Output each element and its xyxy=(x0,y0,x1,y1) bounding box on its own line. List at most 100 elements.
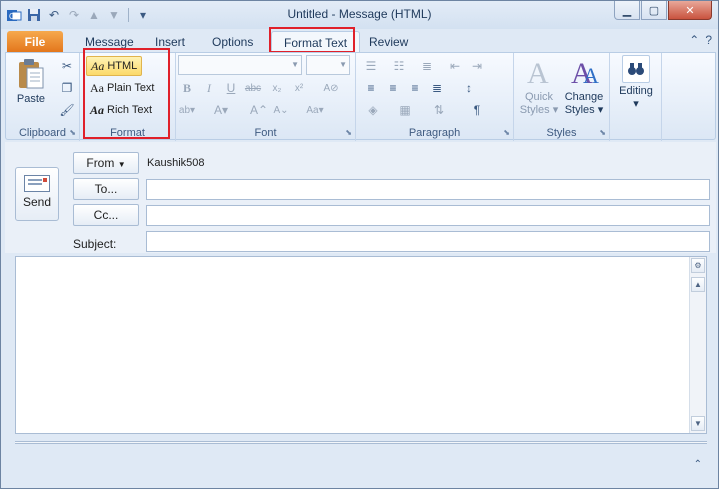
increase-indent-icon[interactable]: ⇥ xyxy=(468,57,486,75)
decrease-indent-icon[interactable]: ⇤ xyxy=(446,57,464,75)
change-case-icon[interactable]: Aa▾ xyxy=(306,101,324,119)
editing-group: Editing ▾ xyxy=(610,53,662,141)
change-styles-button[interactable]: AA Change Styles ▾ xyxy=(562,55,606,116)
styles-group-label: Styles xyxy=(546,127,577,139)
clipboard-group: Paste ✂ ❐ 🖌 Clipboard ⬊ xyxy=(6,53,80,141)
editing-label: Editing xyxy=(619,85,653,97)
tab-insert[interactable]: Insert xyxy=(143,31,197,53)
change-styles-dropdown-icon: ▾ xyxy=(597,104,604,116)
from-value: Kaushik508 xyxy=(147,157,205,169)
paragraph-launcher-icon[interactable]: ⬊ xyxy=(503,128,510,137)
line-spacing-icon[interactable]: ↕ xyxy=(460,79,478,97)
message-header: Send From ▼ Kaushik508 To... Cc... Subje… xyxy=(5,142,716,253)
italic-icon[interactable]: I xyxy=(200,79,218,97)
tab-review[interactable]: Review xyxy=(357,31,420,53)
paste-icon xyxy=(12,57,50,91)
highlight-color-icon[interactable]: ab▾ xyxy=(178,101,196,119)
from-button[interactable]: From ▼ xyxy=(73,152,139,174)
multilevel-list-icon[interactable]: ≣ xyxy=(418,57,436,75)
tab-options[interactable]: Options xyxy=(200,31,265,53)
ribbon: Paste ✂ ❐ 🖌 Clipboard ⬊ Aa HTML Aa Plain… xyxy=(5,52,716,141)
justify-icon[interactable]: ≣ xyxy=(428,79,446,97)
font-size-combo[interactable]: ▼ xyxy=(306,55,350,75)
subject-label: Subject: xyxy=(73,237,117,251)
sort-icon[interactable]: ⇅ xyxy=(430,101,448,119)
paragraph-group: ☰ ☷ ≣ ⇤ ⇥ ≡ ≡ ≡ ≣ ↕ ◈ ▦ ⇅ ¶ Paragraph ⬊ xyxy=(356,53,514,141)
html-format-label: HTML xyxy=(107,60,138,72)
svg-text:A: A xyxy=(527,57,549,89)
plain-text-format-icon: Aa xyxy=(90,80,104,95)
numbering-icon[interactable]: ☷ xyxy=(390,57,408,75)
tab-file[interactable]: File xyxy=(7,31,63,53)
subject-field[interactable] xyxy=(146,231,710,252)
people-pane-divider[interactable] xyxy=(15,441,707,444)
scroll-down-icon[interactable]: ▼ xyxy=(691,416,705,431)
font-color-icon[interactable]: A▾ xyxy=(212,101,230,119)
paste-button[interactable]: Paste xyxy=(12,57,50,105)
clear-formatting-icon[interactable]: A⊘ xyxy=(322,79,340,97)
help-icon[interactable]: ? xyxy=(705,33,712,47)
subscript-icon[interactable]: x₂ xyxy=(268,79,286,97)
underline-icon[interactable]: U xyxy=(222,79,240,97)
quick-styles-button[interactable]: A Quick Styles ▾ xyxy=(518,55,560,116)
editing-button[interactable]: Editing ▾ xyxy=(614,55,658,110)
format-plain-text-button[interactable]: Aa Plain Text xyxy=(86,78,159,98)
styles-launcher-icon[interactable]: ⬊ xyxy=(599,128,606,137)
html-format-icon: Aa xyxy=(91,58,105,73)
expand-people-pane-icon[interactable]: ⌃ xyxy=(694,459,702,470)
align-right-icon[interactable]: ≡ xyxy=(406,79,424,97)
quick-styles-dropdown-icon: ▾ xyxy=(552,104,559,116)
paste-label: Paste xyxy=(16,93,46,105)
from-button-label: From xyxy=(86,156,115,170)
copy-icon[interactable]: ❐ xyxy=(58,79,76,97)
vertical-scrollbar[interactable]: ⚙ ▲ ▼ xyxy=(689,257,706,433)
strikethrough-icon[interactable]: abc xyxy=(244,79,262,97)
bold-icon[interactable]: B xyxy=(178,79,196,97)
from-dropdown-icon: ▼ xyxy=(117,160,126,169)
message-body[interactable]: ⚙ ▲ ▼ xyxy=(15,256,707,434)
font-group: ▼ ▼ B I U abc x₂ x² A⊘ ab▾ A▾ A⌃ A⌄ Aa▾ … xyxy=(176,53,356,141)
editing-dropdown-icon: ▾ xyxy=(633,98,639,110)
cc-button[interactable]: Cc... xyxy=(73,204,139,226)
font-name-combo[interactable]: ▼ xyxy=(178,55,302,75)
maximize-button[interactable]: ▢ xyxy=(641,1,667,20)
superscript-icon[interactable]: x² xyxy=(290,79,308,97)
grow-font-icon[interactable]: A⌃ xyxy=(250,101,268,119)
shading-icon[interactable]: ◈ xyxy=(364,101,382,119)
clipboard-launcher-icon[interactable]: ⬊ xyxy=(69,128,76,137)
align-left-icon[interactable]: ≡ xyxy=(362,79,380,97)
format-painter-icon[interactable]: 🖌 xyxy=(58,101,76,119)
scroll-up-icon[interactable]: ▲ xyxy=(691,277,705,292)
font-name-dropdown-icon: ▼ xyxy=(291,60,299,69)
close-button[interactable]: ✕ xyxy=(668,1,712,20)
change-styles-icon: AA xyxy=(562,55,606,89)
center-icon[interactable]: ≡ xyxy=(384,79,402,97)
format-group-label: Format xyxy=(110,127,145,139)
send-button[interactable]: Send xyxy=(15,167,59,221)
format-group: Aa HTML Aa Plain Text Aa Rich Text Forma… xyxy=(80,53,176,141)
ruler-toggle-icon[interactable]: ⚙ xyxy=(691,258,705,273)
bullets-icon[interactable]: ☰ xyxy=(362,57,380,75)
binoculars-icon xyxy=(622,55,650,83)
minimize-button[interactable]: ▁ xyxy=(614,1,640,20)
to-button[interactable]: To... xyxy=(73,178,139,200)
title-bar: O ↶ ↷ ▲ ▼ ▾ Untitled - Message (HTML) ▁ … xyxy=(1,1,718,29)
tab-message[interactable]: Message xyxy=(73,31,146,53)
minimize-ribbon-icon[interactable]: ⌃ xyxy=(689,33,699,47)
borders-icon[interactable]: ▦ xyxy=(396,101,414,119)
tab-format-text[interactable]: Format Text xyxy=(271,31,361,53)
cc-field[interactable] xyxy=(146,205,710,226)
quick-styles-icon: A xyxy=(518,55,560,89)
svg-text:A: A xyxy=(583,63,599,88)
window-title: Untitled - Message (HTML) xyxy=(287,7,432,21)
cut-icon[interactable]: ✂ xyxy=(58,57,76,75)
to-field[interactable] xyxy=(146,179,710,200)
outlook-message-window: O ↶ ↷ ▲ ▼ ▾ Untitled - Message (HTML) ▁ … xyxy=(0,0,719,489)
change-styles-label-1: Change xyxy=(564,91,604,103)
format-html-button[interactable]: Aa HTML xyxy=(86,56,143,76)
shrink-font-icon[interactable]: A⌄ xyxy=(272,101,290,119)
change-styles-label-2: Styles xyxy=(564,104,595,116)
font-launcher-icon[interactable]: ⬊ xyxy=(345,128,352,137)
format-rich-text-button[interactable]: Aa Rich Text xyxy=(86,100,156,120)
show-hide-icon[interactable]: ¶ xyxy=(468,101,486,119)
